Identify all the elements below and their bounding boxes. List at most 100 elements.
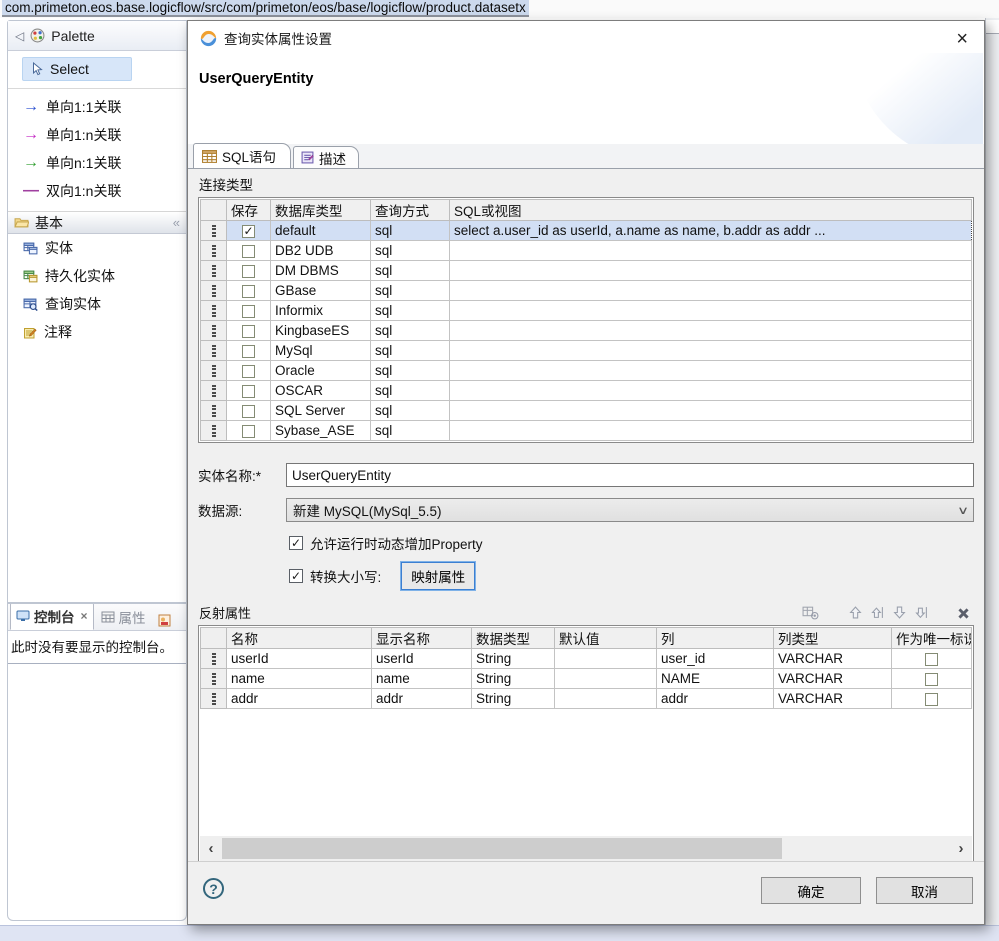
unique-cell[interactable] (892, 649, 972, 669)
checkbox-unchecked[interactable] (925, 693, 938, 706)
checkbox-unchecked[interactable] (242, 425, 255, 438)
save-cell[interactable] (227, 261, 271, 281)
ok-button[interactable]: 确定 (761, 877, 861, 904)
row-handle[interactable] (201, 241, 227, 261)
save-cell[interactable] (227, 361, 271, 381)
table-row[interactable]: GBase sql (201, 281, 972, 301)
close-icon[interactable]: × (81, 609, 88, 623)
palette-tool-relation-nto1[interactable]: → 单向n:1关联 (8, 149, 186, 177)
checkbox-unchecked[interactable] (242, 325, 255, 338)
save-cell[interactable] (227, 341, 271, 361)
checkbox-unchecked[interactable] (242, 365, 255, 378)
table-row[interactable]: Oracle sql (201, 361, 972, 381)
row-handle[interactable] (201, 281, 227, 301)
horizontal-scrollbar[interactable]: ‹ › (200, 836, 972, 861)
file-path[interactable]: com.primeton.eos.base.logicflow/src/com/… (2, 0, 529, 17)
checkbox-unchecked[interactable] (925, 673, 938, 686)
move-bottom-icon[interactable] (915, 606, 928, 619)
row-handle[interactable] (201, 689, 227, 709)
palette-tool-relation-bidir[interactable]: — 双向1:n关联 (8, 177, 186, 205)
palette-tool-comment[interactable]: 注释 (8, 318, 186, 346)
close-icon[interactable]: × (956, 29, 968, 49)
header-db-type[interactable]: 数据库类型 (271, 200, 371, 221)
header-sql[interactable]: SQL或视图 (450, 200, 972, 221)
row-handle[interactable] (201, 301, 227, 321)
datasource-select[interactable]: 新建 MySQL(MySql_5.5) ∨ (286, 498, 974, 522)
row-handle[interactable] (201, 221, 227, 241)
palette-tool-persistent-entity[interactable]: 持久化实体 (8, 262, 186, 290)
row-handle[interactable] (201, 381, 227, 401)
header-save[interactable]: 保存 (227, 200, 271, 221)
edit-properties-icon[interactable] (802, 605, 819, 620)
table-row[interactable]: name name String NAME VARCHAR (201, 669, 972, 689)
palette-tool-entity[interactable]: 实体 (8, 234, 186, 262)
cancel-button[interactable]: 取消 (876, 877, 973, 904)
table-row[interactable]: Informix sql (201, 301, 972, 321)
unique-cell[interactable] (892, 689, 972, 709)
table-row[interactable]: OSCAR sql (201, 381, 972, 401)
table-row[interactable]: MySql sql (201, 341, 972, 361)
row-handle[interactable] (201, 361, 227, 381)
checkbox-unchecked[interactable] (242, 265, 255, 278)
table-row[interactable]: ✓ default sql select a.user_id as userId… (201, 221, 972, 241)
entity-name-input[interactable]: UserQueryEntity (286, 463, 974, 487)
row-handle[interactable] (201, 341, 227, 361)
tab-partial[interactable] (153, 611, 176, 630)
palette-tool-relation-1ton[interactable]: → 单向1:n关联 (8, 121, 186, 149)
header-name[interactable]: 名称 (227, 628, 372, 649)
checkbox-unchecked[interactable] (242, 345, 255, 358)
palette-tool-query-entity[interactable]: 查询实体 (8, 290, 186, 318)
checkbox-unchecked[interactable] (242, 245, 255, 258)
save-cell[interactable] (227, 421, 271, 441)
table-row[interactable]: DB2 UDB sql (201, 241, 972, 261)
checkbox-checked[interactable]: ✓ (242, 225, 255, 238)
pin-icon[interactable]: « (173, 215, 180, 230)
map-property-button[interactable]: 映射属性 (401, 562, 475, 590)
table-row[interactable]: DM DBMS sql (201, 261, 972, 281)
palette-tool-select[interactable]: Select (22, 57, 132, 81)
table-row[interactable]: Sybase_ASE sql (201, 421, 972, 441)
help-button[interactable]: ? (203, 878, 224, 899)
save-cell[interactable] (227, 321, 271, 341)
checkbox-unchecked[interactable] (242, 405, 255, 418)
save-cell[interactable]: ✓ (227, 221, 271, 241)
tab-sql[interactable]: SQL语句 (193, 143, 291, 168)
row-handle[interactable] (201, 401, 227, 421)
tab-description[interactable]: 描述 (293, 146, 359, 168)
save-cell[interactable] (227, 381, 271, 401)
save-cell[interactable] (227, 241, 271, 261)
save-cell[interactable] (227, 301, 271, 321)
move-top-icon[interactable] (871, 606, 884, 619)
header-query-mode[interactable]: 查询方式 (371, 200, 450, 221)
header-display-name[interactable]: 显示名称 (372, 628, 472, 649)
header-unique[interactable]: 作为唯一标识 (892, 628, 972, 649)
checkbox-unchecked[interactable] (925, 653, 938, 666)
row-handle[interactable] (201, 321, 227, 341)
palette-tool-relation-1to1[interactable]: → 单向1:1关联 (8, 93, 186, 121)
palette-group-basic[interactable]: 基本 « (8, 211, 186, 234)
row-handle[interactable] (201, 261, 227, 281)
tab-console[interactable]: 控制台 × (10, 604, 94, 630)
move-up-icon[interactable] (849, 606, 862, 619)
table-row[interactable]: addr addr String addr VARCHAR (201, 689, 972, 709)
collapse-left-icon[interactable]: ◁ (15, 29, 24, 43)
scroll-left-icon[interactable]: ‹ (200, 839, 222, 859)
row-handle[interactable] (201, 421, 227, 441)
scrollbar-thumb[interactable] (222, 838, 782, 859)
checkbox-unchecked[interactable] (242, 385, 255, 398)
header-column[interactable]: 列 (657, 628, 774, 649)
save-cell[interactable] (227, 401, 271, 421)
checkbox-unchecked[interactable] (242, 305, 255, 318)
checkbox-checked[interactable]: ✓ (289, 536, 303, 550)
row-handle[interactable] (201, 669, 227, 689)
delete-icon[interactable] (958, 607, 970, 619)
tab-properties[interactable]: 属性 (96, 604, 151, 630)
header-default[interactable]: 默认值 (555, 628, 657, 649)
table-row[interactable]: userId userId String user_id VARCHAR (201, 649, 972, 669)
row-handle[interactable] (201, 649, 227, 669)
table-row[interactable]: SQL Server sql (201, 401, 972, 421)
save-cell[interactable] (227, 281, 271, 301)
unique-cell[interactable] (892, 669, 972, 689)
table-row[interactable]: KingbaseES sql (201, 321, 972, 341)
move-down-icon[interactable] (893, 606, 906, 619)
